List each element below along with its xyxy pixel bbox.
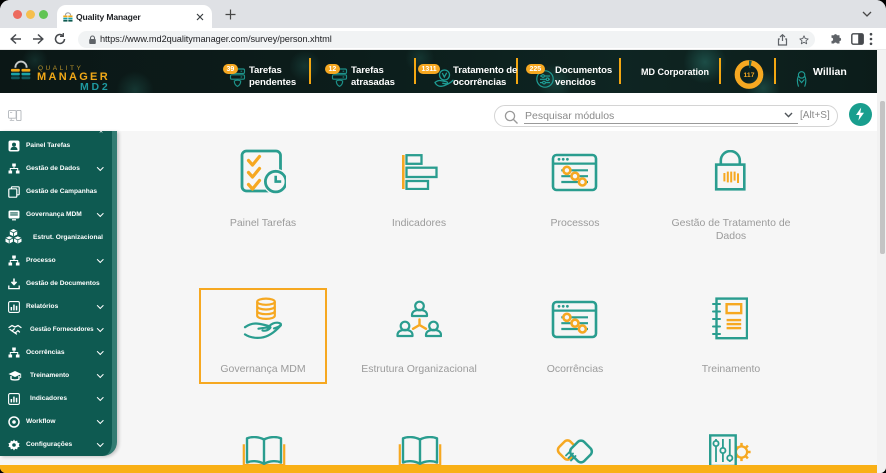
- svg-text:117: 117: [744, 72, 755, 79]
